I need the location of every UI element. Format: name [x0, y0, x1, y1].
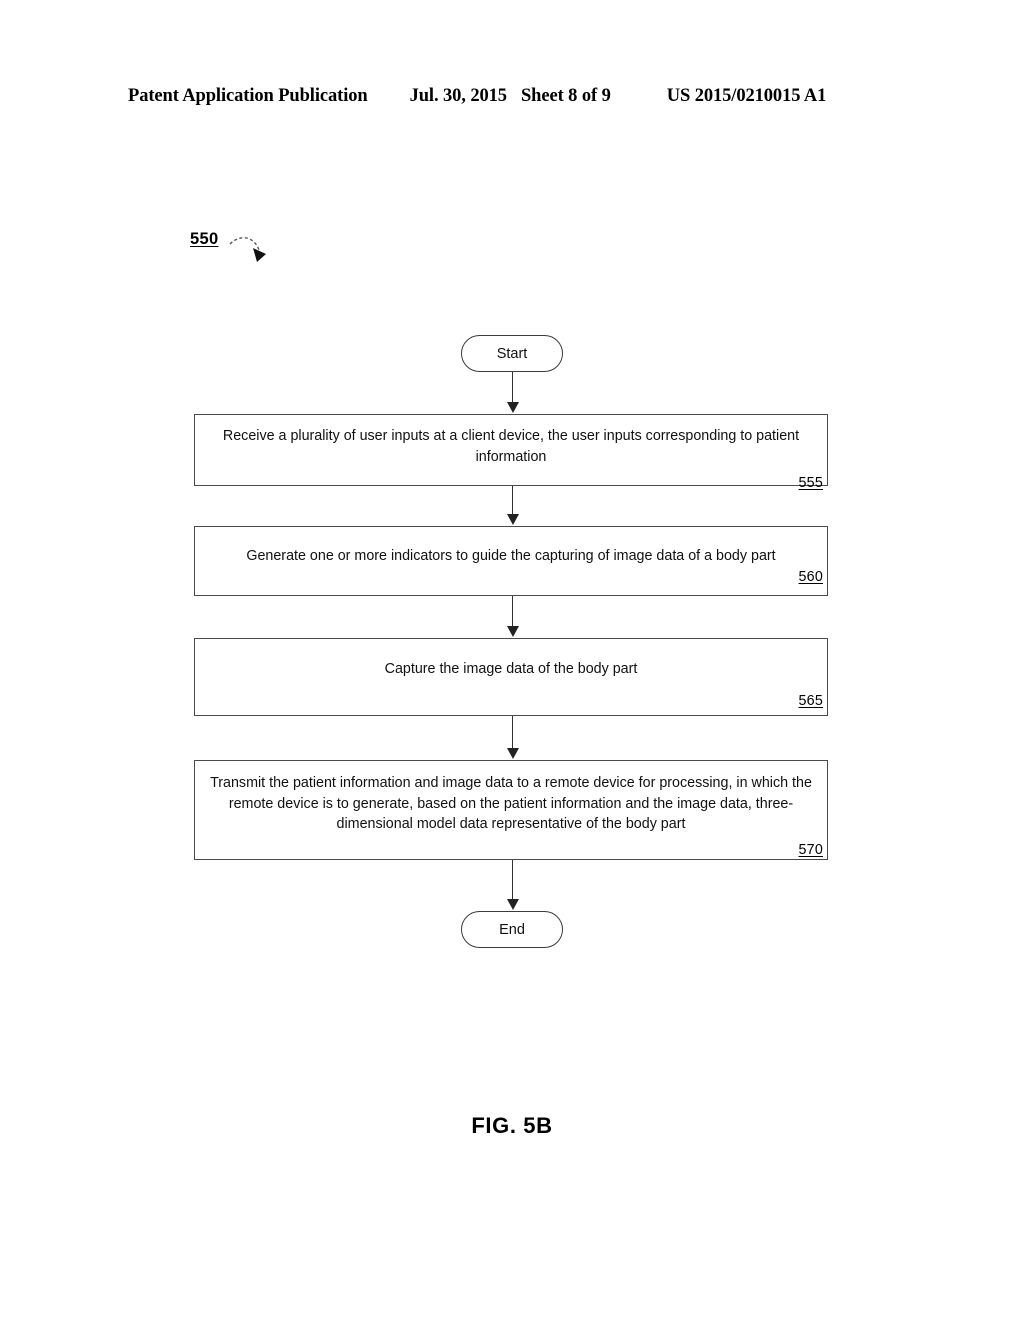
flow-step-570: Transmit the patient information and ima… [194, 760, 828, 860]
connector-start-to-555 [505, 372, 521, 414]
connector-line [512, 596, 514, 627]
arrowhead-icon [507, 402, 519, 413]
connector-570-to-end [505, 860, 521, 911]
arrowhead-icon [507, 626, 519, 637]
flow-start-label: Start [496, 345, 528, 362]
flow-start-terminator: Start [461, 335, 563, 372]
arrowhead-icon [507, 899, 519, 910]
flow-step-555-text: Receive a plurality of user inputs at a … [222, 428, 800, 465]
figure-caption: FIG. 5B [471, 1113, 553, 1138]
flow-step-570-numeral: 570 [798, 841, 823, 858]
flow-step-565-numeral: 565 [798, 692, 823, 709]
connector-line [512, 860, 514, 900]
flow-end-terminator: End [461, 911, 563, 948]
flow-step-560: Generate one or more indicators to guide… [194, 526, 828, 596]
flow-step-560-text: Generate one or more indicators to guide… [246, 548, 776, 564]
connector-line [512, 486, 514, 515]
flow-step-570-text: Transmit the patient information and ima… [210, 775, 812, 832]
flow-step-565-text: Capture the image data of the body part [384, 661, 638, 677]
flow-step-555: Receive a plurality of user inputs at a … [194, 414, 828, 491]
connector-565-to-570 [505, 716, 521, 760]
connector-line [512, 372, 514, 403]
arrowhead-icon [507, 514, 519, 525]
connector-560-to-565 [505, 596, 521, 638]
flow-end-label: End [499, 921, 525, 938]
flow-step-565: Capture the image data of the body part … [194, 638, 828, 716]
connector-555-to-560 [505, 486, 521, 526]
flow-step-560-numeral: 560 [798, 568, 823, 585]
arrowhead-icon [507, 748, 519, 759]
connector-line [512, 716, 514, 749]
